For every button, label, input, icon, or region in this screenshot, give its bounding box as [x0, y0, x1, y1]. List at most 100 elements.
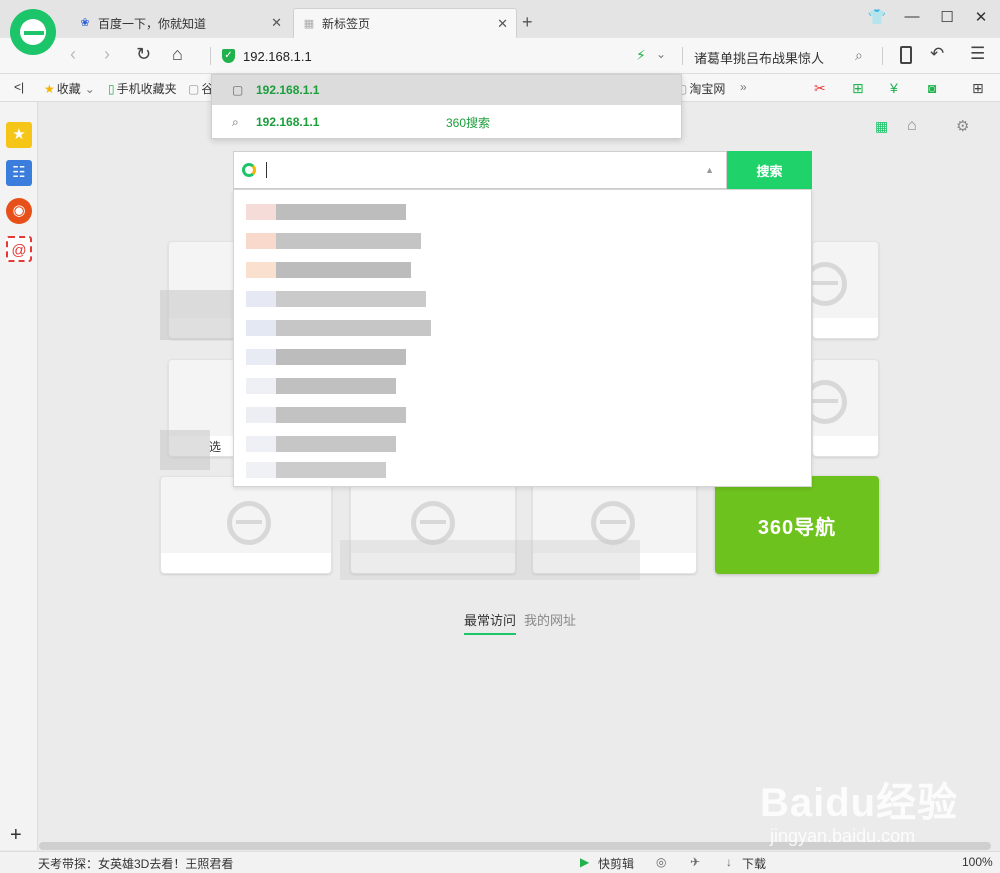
rocket-icon[interactable]: ✈ — [690, 855, 700, 869]
suggestion-item[interactable] — [246, 291, 426, 307]
shortcut-label[interactable]: 快剪辑 — [598, 855, 634, 872]
more-favorites-button[interactable]: » — [740, 80, 747, 94]
scissors-icon[interactable]: ✂ — [814, 80, 826, 97]
suggestion-item[interactable] — [246, 320, 431, 336]
page-icon: ▢ — [232, 83, 244, 97]
yen-icon[interactable]: ¥ — [890, 80, 898, 96]
address-bar[interactable]: ✓ 192.168.1.1 — [222, 45, 682, 67]
minimize-button[interactable]: — — [897, 8, 927, 25]
grid-icon: ▦ — [303, 17, 315, 30]
suggestion-item[interactable] — [246, 462, 386, 478]
search-icon[interactable]: ⌕ — [855, 47, 863, 64]
url-suggestion-item[interactable]: ⌕ 192.168.1.1 360搜索 — [212, 107, 681, 137]
tab-my-sites[interactable]: 我的网址 — [524, 610, 576, 635]
shield-icon: ✓ — [222, 49, 235, 63]
site-tabs: 最常访问 我的网址 — [464, 610, 576, 635]
divider — [210, 47, 211, 65]
maximize-button[interactable]: ☐ — [932, 8, 962, 26]
star-icon[interactable]: ★ — [6, 122, 32, 148]
search-icon: ⌕ — [232, 114, 239, 129]
mobile-favorites-link[interactable]: ▯ 手机收藏夹 — [108, 80, 177, 97]
mobile-favorites-label: 手机收藏夹 — [116, 82, 177, 96]
url-suggestion-dropdown: ▢ 192.168.1.1 ⌕ 192.168.1.1 360搜索 — [211, 74, 682, 139]
clip-icon[interactable]: ▶ — [580, 855, 589, 869]
close-tab-icon[interactable]: ✕ — [497, 16, 508, 32]
suggestion-item[interactable] — [246, 204, 406, 220]
search-hint[interactable]: 诸葛单挑吕布战果惊人 — [694, 48, 824, 67]
menu-icon[interactable]: ☰ — [970, 44, 985, 64]
browser-logo-icon[interactable] — [10, 9, 56, 55]
new-tab-button[interactable]: + — [522, 12, 533, 33]
news-ticker[interactable]: 天考带探：女英雄3D去看！王照君看 — [38, 855, 233, 872]
watermark: Baidu经验 — [760, 781, 959, 825]
taobao-link[interactable]: ▢ 淘宝网 — [676, 80, 725, 97]
home-icon[interactable]: ⌂ — [907, 117, 917, 135]
undo-icon[interactable]: ↶ — [930, 44, 944, 64]
status-bar: 天考带探：女英雄3D去看！王照君看 ▶ 快剪辑 ◎ ✈ ↓ 下载 100% — [0, 851, 1000, 873]
suggestion-item[interactable] — [246, 233, 421, 249]
triangle-down-icon[interactable]: ▲ — [705, 165, 714, 175]
search-button[interactable]: 搜索 — [727, 151, 812, 189]
e-logo-icon — [411, 501, 455, 545]
tab-most-visited[interactable]: 最常访问 — [464, 610, 517, 635]
mobile-icon[interactable] — [900, 46, 912, 64]
search-input[interactable]: ▲ — [233, 151, 727, 189]
suggestion-text: 192.168.1.1 — [256, 83, 320, 97]
tab-title: 新标签页 — [322, 17, 371, 31]
suggestion-item[interactable] — [246, 436, 396, 452]
navigation-bar: ‹ › ↻ ⌂ ✓ 192.168.1.1 ⚡ ⌄ 诸葛单挑吕布战果惊人 ⌕ ↶… — [0, 38, 1000, 74]
add-icon[interactable]: + — [10, 824, 22, 847]
close-tab-icon[interactable]: ✕ — [271, 15, 282, 31]
news-icon[interactable]: ☷ — [6, 160, 32, 186]
chevron-down-icon: ⌄ — [84, 81, 95, 96]
mail-icon[interactable]: @ — [6, 236, 32, 262]
game-icon[interactable]: ◙ — [928, 80, 936, 96]
tab-baidu[interactable]: ❀ 百度一下，你就知道 ✕ — [70, 8, 290, 38]
settings-icon[interactable]: ⚙ — [956, 117, 969, 135]
tab-title: 百度一下，你就知道 — [98, 16, 207, 31]
zoom-level[interactable]: 100% — [962, 855, 993, 869]
favorite-link[interactable]: ▢ 谷 — [188, 80, 213, 97]
refresh-icon[interactable]: ↻ — [136, 44, 151, 65]
suggestion-item[interactable] — [246, 262, 411, 278]
site-tile[interactable] — [803, 241, 879, 339]
home-icon[interactable]: ⌂ — [172, 44, 183, 65]
search-engine-logo-icon — [242, 163, 256, 177]
taobao-label: 淘宝网 — [689, 82, 726, 96]
speed-icon[interactable]: ◎ — [656, 855, 666, 869]
address-input[interactable]: 192.168.1.1 — [243, 49, 312, 64]
text-caret — [266, 162, 267, 178]
close-window-button[interactable]: ✕ — [966, 8, 996, 26]
url-suggestion-item[interactable]: ▢ 192.168.1.1 — [212, 75, 681, 105]
site-tile[interactable] — [160, 476, 332, 574]
chevron-down-icon[interactable]: ⌄ — [656, 47, 666, 61]
tile-label: 选 — [209, 440, 222, 454]
download-label[interactable]: 下载 — [742, 855, 766, 872]
suggestion-source: 360搜索 — [446, 115, 491, 130]
collapse-sidebar-button[interactable]: <| — [14, 80, 24, 94]
weibo-icon[interactable]: ◉ — [6, 198, 32, 224]
download-icon[interactable]: ↓ — [726, 855, 732, 869]
nav360-tile[interactable]: 360导航 — [715, 476, 879, 574]
site-tile[interactable] — [803, 359, 879, 457]
divider — [882, 47, 883, 65]
suggestion-item[interactable] — [246, 378, 396, 394]
grid-view-icon[interactable]: ▦ — [875, 118, 888, 135]
suggestion-item[interactable] — [246, 349, 406, 365]
star-icon: ★ — [44, 81, 55, 96]
suggestion-text: 192.168.1.1 — [256, 115, 320, 129]
blurred-region — [340, 540, 640, 580]
e-logo-icon — [227, 501, 271, 545]
search-suggestion-list — [233, 189, 812, 487]
translate-icon[interactable]: ⊞ — [852, 80, 864, 97]
collect-label: 收藏 — [56, 82, 81, 96]
tab-new-tab[interactable]: ▦ 新标签页 ✕ — [293, 8, 517, 38]
suggestion-item[interactable] — [246, 407, 406, 423]
lightning-icon[interactable]: ⚡ — [636, 47, 646, 64]
skin-icon[interactable]: 👕 — [862, 8, 892, 26]
divider — [682, 47, 683, 65]
apps-icon[interactable]: ⊞ — [972, 80, 984, 97]
forward-icon[interactable]: › — [104, 44, 110, 65]
collect-button[interactable]: ★ 收藏 ⌄ — [44, 80, 95, 97]
back-icon[interactable]: ‹ — [70, 44, 76, 65]
